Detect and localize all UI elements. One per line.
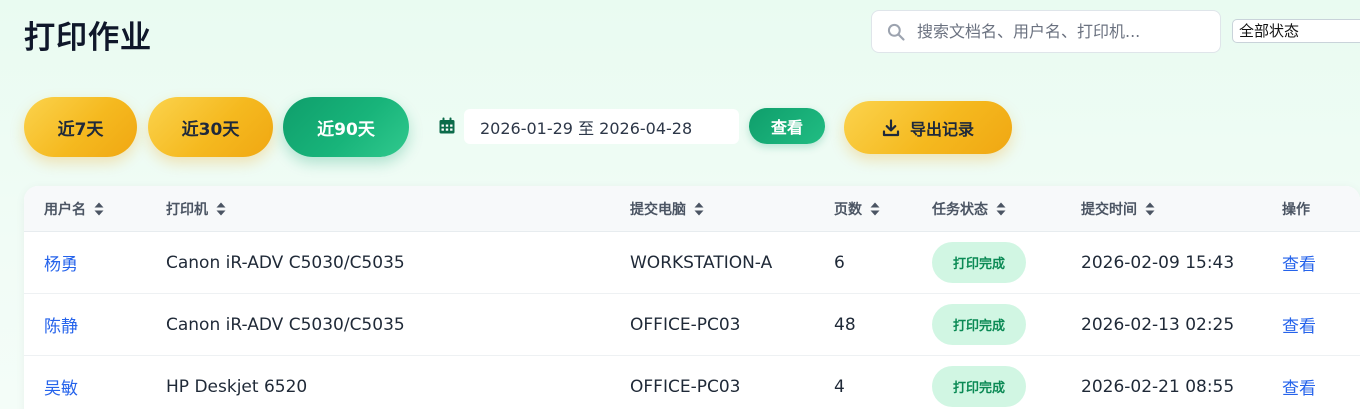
status-select[interactable]: 全部状态 [1232,19,1360,43]
computer-cell: OFFICE-PC03 [630,376,741,397]
printer-cell: Canon iR-ADV C5030/C5035 [166,314,405,335]
range-90-days-button[interactable]: 近90天 [283,97,409,157]
range-30-days-button[interactable]: 近30天 [148,97,273,157]
calendar-icon [439,117,455,134]
column-header-label: 页数 [834,202,862,218]
page-title: 打印作业 [24,20,152,56]
table-row: 陈静 Canon iR-ADV C5030/C5035 OFFICE-PC03 … [24,294,1360,356]
view-link[interactable]: 查看 [1282,294,1316,355]
column-header-label: 操作 [1282,202,1310,218]
column-header-label: 提交时间 [1081,202,1137,218]
computer-cell: OFFICE-PC03 [630,314,741,335]
date-range-input[interactable]: 2026-01-29 至 2026-04-28 [464,109,739,144]
column-header-pages[interactable]: 页数 [834,186,880,232]
column-header-time[interactable]: 提交时间 [1081,186,1155,232]
printer-cell: Canon iR-ADV C5030/C5035 [166,252,405,273]
user-link[interactable]: 陈静 [44,294,78,355]
time-cell: 2026-02-09 15:43 [1081,252,1235,273]
column-header-label: 提交电脑 [630,202,686,218]
sort-icon [216,202,226,216]
export-records-button[interactable]: 导出记录 [844,101,1012,154]
table-row: 吴敏 HP Deskjet 6520 OFFICE-PC03 4 打印完成 20… [24,356,1360,409]
column-header-computer[interactable]: 提交电脑 [630,186,704,232]
range-7-days-button[interactable]: 近7天 [24,97,137,157]
sort-icon [870,202,880,216]
time-cell: 2026-02-21 08:55 [1081,376,1235,397]
search-icon [887,23,905,41]
sort-icon [996,202,1006,216]
pages-cell: 48 [834,314,856,335]
column-header-status[interactable]: 任务状态 [932,186,1006,232]
query-button[interactable]: 查看 [749,108,825,144]
column-header-printer[interactable]: 打印机 [166,186,226,232]
print-jobs-table: 用户名 打印机 提交电脑 页数 任务状态 提交时间 操作 杨勇 Canon iR… [24,186,1360,409]
table-row: 杨勇 Canon iR-ADV C5030/C5035 WORKSTATION-… [24,232,1360,294]
search-input[interactable] [917,22,1217,41]
column-header-label: 打印机 [166,202,208,218]
status-badge: 打印完成 [932,242,1026,283]
status-badge: 打印完成 [932,304,1026,345]
table-header: 用户名 打印机 提交电脑 页数 任务状态 提交时间 操作 [24,186,1360,232]
view-link[interactable]: 查看 [1282,356,1316,409]
sort-icon [94,202,104,216]
download-icon [882,118,900,136]
column-header-action: 操作 [1282,186,1310,232]
sort-icon [694,202,704,216]
pages-cell: 4 [834,376,845,397]
computer-cell: WORKSTATION-A [630,252,773,273]
status-badge: 打印完成 [932,366,1026,407]
export-label: 导出记录 [909,119,974,139]
view-link[interactable]: 查看 [1282,232,1316,293]
search-box[interactable] [871,10,1221,53]
time-cell: 2026-02-13 02:25 [1081,314,1235,335]
pages-cell: 6 [834,252,845,273]
column-header-user[interactable]: 用户名 [44,186,104,232]
user-link[interactable]: 杨勇 [44,232,78,293]
user-link[interactable]: 吴敏 [44,356,78,409]
printer-cell: HP Deskjet 6520 [166,376,308,397]
sort-icon [1145,202,1155,216]
column-header-label: 任务状态 [932,202,988,218]
column-header-label: 用户名 [44,202,86,218]
